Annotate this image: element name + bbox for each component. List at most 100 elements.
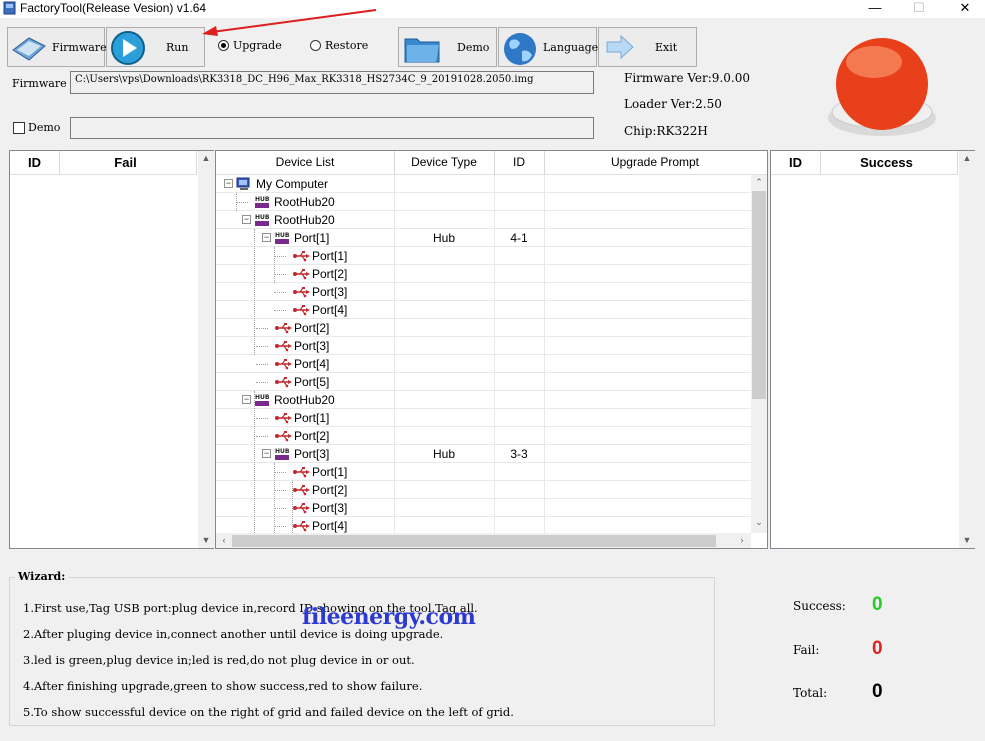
usb-icon xyxy=(293,305,310,316)
device-name: Port[2] xyxy=(294,321,330,335)
success-count: 0 xyxy=(872,594,883,615)
firmware-button[interactable]: Firmware xyxy=(7,27,107,67)
device-name: Port[3] xyxy=(312,501,348,515)
usb-icon xyxy=(293,287,310,298)
wizard-line-5: 5.To show successful device on the right… xyxy=(23,705,514,719)
scroll-down-icon[interactable]: ▼ xyxy=(959,535,975,545)
run-button-label: Run xyxy=(166,41,189,54)
col-id[interactable]: ID xyxy=(494,155,544,169)
scroll-down-icon[interactable]: ▼ xyxy=(198,535,214,545)
tree-row[interactable]: − HUB RootHub20 xyxy=(216,211,751,229)
usb-icon xyxy=(275,377,292,388)
usb-icon xyxy=(293,269,310,280)
arrow-right-icon xyxy=(606,34,634,60)
demo-checkbox-label: Demo xyxy=(28,121,61,134)
hub-icon: HUB xyxy=(255,394,270,406)
device-name: Port[4] xyxy=(294,357,330,371)
firmware-version: Firmware Ver:9.0.00 xyxy=(624,71,750,85)
collapse-toggle-icon[interactable]: − xyxy=(242,395,251,404)
tree-row[interactable]: Port[1] xyxy=(216,463,751,481)
language-button[interactable]: Language xyxy=(498,27,598,67)
scroll-thumb[interactable] xyxy=(752,191,766,399)
device-name: Port[1] xyxy=(312,249,348,263)
wizard-line-3: 3.led is green,plug device in;led is red… xyxy=(23,653,415,667)
loader-version: Loader Ver:2.50 xyxy=(624,97,722,111)
close-button[interactable]: ✕ xyxy=(942,0,985,18)
scroll-up-icon[interactable]: ▲ xyxy=(959,153,975,163)
tree-row[interactable]: Port[3] xyxy=(216,499,751,517)
col-device-list[interactable]: Device List xyxy=(216,155,394,169)
exit-button-label: Exit xyxy=(655,41,678,54)
run-button[interactable]: Run xyxy=(106,27,205,67)
tree-row[interactable]: − My Computer xyxy=(216,175,751,193)
svg-text:HUB: HUB xyxy=(275,448,290,455)
usb-icon xyxy=(275,413,292,424)
device-name: RootHub20 xyxy=(274,195,335,209)
demo-field[interactable] xyxy=(70,117,594,139)
exit-button[interactable]: Exit xyxy=(598,27,697,67)
collapse-toggle-icon[interactable]: − xyxy=(224,179,233,188)
minimize-button[interactable]: — xyxy=(852,0,898,18)
fail-count: 0 xyxy=(872,638,883,659)
success-scrollbar[interactable]: ▲ ▼ xyxy=(959,151,975,548)
upgrade-radio[interactable] xyxy=(218,40,229,51)
collapse-toggle-icon[interactable]: − xyxy=(242,215,251,224)
device-name: Port[1] xyxy=(312,465,348,479)
device-type: Hub xyxy=(432,231,455,245)
tree-row[interactable]: Port[5] xyxy=(216,373,751,391)
scroll-down-icon[interactable]: ⌄ xyxy=(751,517,767,528)
scroll-left-icon[interactable]: ‹ xyxy=(218,535,230,545)
device-name: Port[1] xyxy=(294,411,330,425)
annotation-arrow-icon xyxy=(202,9,377,36)
fail-col-fail: Fail xyxy=(114,155,137,170)
tree-row[interactable]: Port[2] xyxy=(216,427,751,445)
tree-row[interactable]: Port[3] xyxy=(216,337,751,355)
restore-radio[interactable] xyxy=(310,40,321,51)
tree-row[interactable]: Port[1] xyxy=(216,247,751,265)
fail-panel: ID Fail ▲ ▼ xyxy=(9,150,214,549)
fail-scrollbar[interactable]: ▲ ▼ xyxy=(198,151,214,548)
device-name: Port[3] xyxy=(294,339,330,353)
tree-row[interactable]: Port[2] xyxy=(216,265,751,283)
folder-icon xyxy=(404,38,440,63)
tree-row[interactable]: Port[1] xyxy=(216,409,751,427)
wizard-line-4: 4.After finishing upgrade,green to show … xyxy=(23,679,423,693)
usb-icon xyxy=(293,485,310,496)
scroll-right-icon[interactable]: › xyxy=(736,535,748,545)
wizard-groupbox xyxy=(9,577,715,726)
scroll-up-icon[interactable]: ▲ xyxy=(198,153,214,163)
firmware-icon xyxy=(12,37,46,61)
tree-row[interactable]: − HUB RootHub20 xyxy=(216,391,751,409)
device-list-hscrollbar[interactable]: ‹ › xyxy=(216,533,751,548)
tree-row[interactable]: Port[4] xyxy=(216,355,751,373)
tree-row[interactable]: Port[2] xyxy=(216,319,751,337)
firmware-button-label: Firmware xyxy=(52,41,107,54)
device-id: 4-1 xyxy=(510,231,528,245)
tree-row[interactable]: Port[2] xyxy=(216,481,751,499)
col-upgrade-prompt[interactable]: Upgrade Prompt xyxy=(544,155,766,169)
scroll-up-icon[interactable]: ⌃ xyxy=(751,177,767,188)
device-name: Port[4] xyxy=(312,303,348,317)
tree-row[interactable]: − HUB Port[3] Hub 3-3 xyxy=(216,445,751,463)
firmware-path-field[interactable]: C:\Users\vps\Downloads\RK3318_DC_H96_Max… xyxy=(70,71,594,94)
scroll-thumb[interactable] xyxy=(232,535,716,547)
maximize-button[interactable]: ☐ xyxy=(896,0,942,18)
wizard-title: Wizard: xyxy=(15,570,69,583)
collapse-toggle-icon[interactable]: − xyxy=(262,233,271,242)
col-device-type[interactable]: Device Type xyxy=(394,155,494,169)
tree-row[interactable]: − HUB Port[1] Hub 4-1 xyxy=(216,229,751,247)
device-id: 3-3 xyxy=(510,447,528,461)
tree-row[interactable]: Port[3] xyxy=(216,283,751,301)
collapse-toggle-icon[interactable]: − xyxy=(262,449,271,458)
usb-icon xyxy=(293,467,310,478)
tree-row[interactable]: Port[4] xyxy=(216,301,751,319)
demo-checkbox[interactable] xyxy=(13,122,25,134)
chip-info: Chip:RK322H xyxy=(624,124,708,138)
demo-button[interactable]: Demo xyxy=(398,27,497,67)
svg-text:HUB: HUB xyxy=(275,232,290,239)
device-list-vscrollbar[interactable]: ⌃ ⌄ xyxy=(751,175,767,533)
tree-row[interactable]: Port[4] xyxy=(216,517,751,533)
watermark: fileenergy.com xyxy=(302,604,476,630)
hub-icon: HUB xyxy=(275,232,290,244)
tree-row[interactable]: HUB RootHub20 xyxy=(216,193,751,211)
